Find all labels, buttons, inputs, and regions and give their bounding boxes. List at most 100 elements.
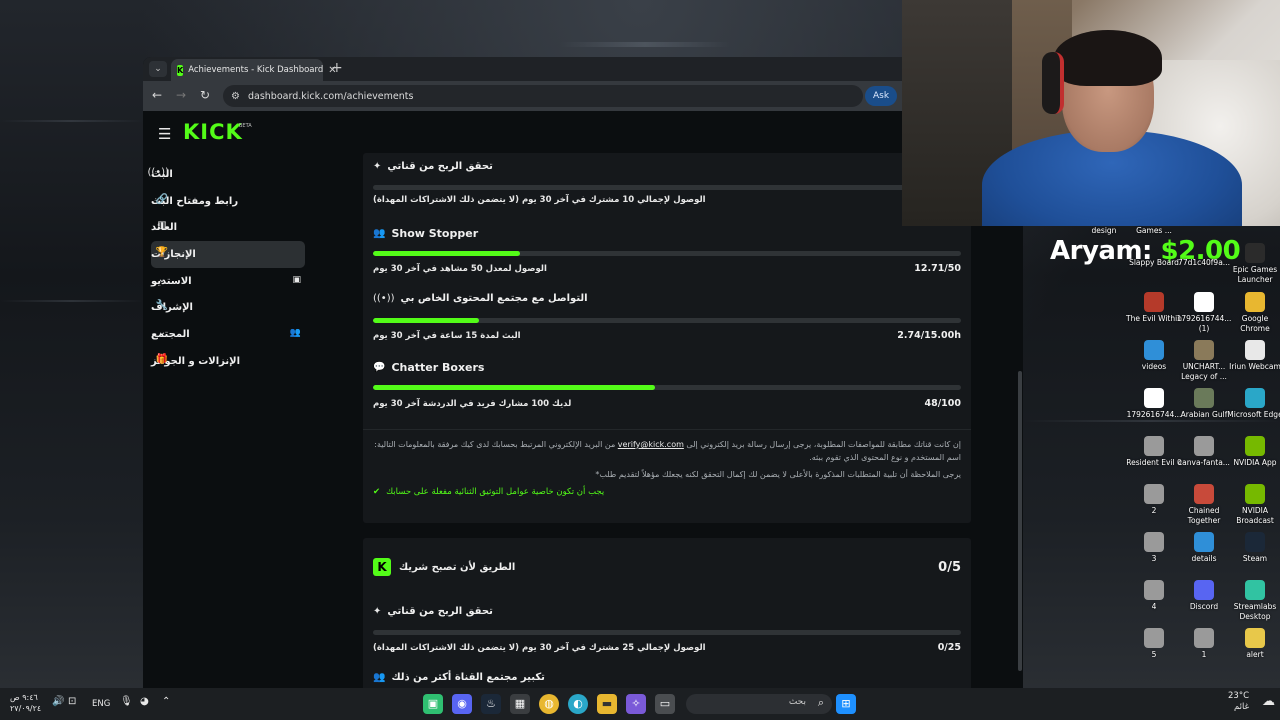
chevron-up-icon[interactable]: ⌃ xyxy=(162,696,170,707)
folder-icon[interactable]: ▬ xyxy=(597,694,617,714)
reload-button[interactable]: ↻ xyxy=(197,88,213,102)
new-tab-button[interactable]: + xyxy=(331,60,343,76)
desktop-shortcut[interactable]: 5 xyxy=(1126,628,1182,660)
sparkle-icon: ✦ xyxy=(373,161,382,172)
sidebar-item-community[interactable]: ⌄ المجتمع 👥 xyxy=(151,321,305,348)
broadcast-icon: ((•)) xyxy=(373,293,395,304)
sidebar-item-studio[interactable]: ⌄ الاستديو ▣ xyxy=(151,268,305,295)
desktop-shortcut[interactable]: NVIDIA App xyxy=(1227,436,1280,468)
desktop-shortcut[interactable]: Google Chrome xyxy=(1227,292,1280,333)
chrome-icon[interactable]: ◍ xyxy=(539,694,559,714)
app-icon xyxy=(1245,628,1265,648)
progress-bar xyxy=(373,318,961,323)
sidebar-item-stream[interactable]: ((•)) البث xyxy=(147,161,305,188)
desktop-shortcut[interactable]: 1792616744... (1) xyxy=(1176,292,1232,333)
desktop-shortcut[interactable]: Epic Games Launcher xyxy=(1227,243,1280,284)
desktop-shortcut-label: alert xyxy=(1246,650,1264,659)
monetize-heading: تحقق الربح من قناتي ✦ xyxy=(373,161,493,172)
sidebar-item-stream-key[interactable]: 🔗 رابط ومفتاح البث xyxy=(151,188,305,215)
speaker-icon[interactable]: 🔊 xyxy=(52,696,64,707)
desktop-shortcut[interactable]: Discord xyxy=(1176,580,1232,612)
app-icon xyxy=(1194,340,1214,360)
desktop-shortcut[interactable]: NVIDIA Broadcast xyxy=(1227,484,1280,525)
achievement-title: تحقق الربح من قناتي xyxy=(387,606,493,617)
tab-search-button[interactable]: ⌄ xyxy=(149,61,167,77)
achievement-title: التواصل مع مجتمع المحتوى الخاص بي xyxy=(400,293,588,304)
windows-start-icon[interactable]: ⊞ xyxy=(836,694,856,714)
tab-achievements[interactable]: K Achievements - Kick Dashboard ✕ xyxy=(171,59,337,81)
broadcast-icon: ((•)) xyxy=(147,167,169,178)
steam-icon[interactable]: ♨ xyxy=(481,694,501,714)
forward-button[interactable]: → xyxy=(173,88,189,102)
clock[interactable]: ٩:٤٦ ص ٢٧/٠٩/٢٤ xyxy=(10,692,41,714)
back-button[interactable]: ← xyxy=(149,88,165,102)
sidebar-item-revenue[interactable]: ▥ العائد xyxy=(151,214,305,241)
app-icon xyxy=(1144,628,1164,648)
sparkle-icon: ✦ xyxy=(373,606,382,617)
edge-icon[interactable]: ◐ xyxy=(568,694,588,714)
desktop-shortcut[interactable]: Games ... xyxy=(1126,226,1182,236)
app-icon xyxy=(1245,484,1265,504)
language-indicator[interactable]: ENG xyxy=(92,699,110,709)
desktop-shortcut[interactable]: Microsoft Edge xyxy=(1227,388,1280,420)
desktop-shortcut[interactable]: The Evil Within xyxy=(1126,292,1182,324)
kick-logo[interactable]: KICK xyxy=(183,120,243,144)
ask-button[interactable]: Ask xyxy=(865,86,898,106)
copilot-icon[interactable]: ✧ xyxy=(626,694,646,714)
address-bar[interactable]: ⚙ dashboard.kick.com/achievements xyxy=(223,85,863,107)
desktop-shortcut[interactable]: design xyxy=(1076,226,1132,236)
sidebar-item-moderation[interactable]: 🔧 الإشراف xyxy=(151,294,305,321)
desktop-shortcut-label: Iriun Webcam xyxy=(1229,362,1280,371)
desktop-shortcut[interactable]: 77d1c40f9a... xyxy=(1176,258,1232,268)
desktop-shortcut[interactable]: 4 xyxy=(1126,580,1182,612)
desktop-shortcut[interactable]: Steam xyxy=(1227,532,1280,564)
desktop-shortcut[interactable]: 1792616744... xyxy=(1126,388,1182,420)
monetize-heading: تحقق الربح من قناتي ✦ xyxy=(373,606,493,617)
desktop-shortcut-label: Google Chrome xyxy=(1240,314,1270,333)
site-info-icon[interactable]: ⚙ xyxy=(231,91,240,102)
desktop-shortcut[interactable]: videos xyxy=(1126,340,1182,372)
chat-icon: 💬 xyxy=(373,362,386,373)
sidebar-item-drops[interactable]: 🎁 الإنزالات و الجوائز xyxy=(151,348,305,375)
desktop-shortcut[interactable]: Resident Evil 0 xyxy=(1126,436,1182,468)
show-stopper-heading: Show Stopper 👥 xyxy=(373,227,478,240)
desktop-shortcut[interactable]: Slappy Board xyxy=(1126,258,1182,268)
discord-icon[interactable]: ◉ xyxy=(452,694,472,714)
chatter-row: لديك 100 مشارك فريد في الدردشة آخر 30 يو… xyxy=(373,398,961,409)
verify-email-link[interactable]: verify@kick.com xyxy=(618,440,684,449)
app-icon xyxy=(1194,484,1214,504)
task-view-icon[interactable]: ▭ xyxy=(655,694,675,714)
network-icon[interactable]: ⊡ xyxy=(68,696,76,707)
note-line-1: إن كانت قناتك مطابقة للمواصفات المطلوبة،… xyxy=(374,440,961,462)
search-input[interactable]: بحث ⌕ xyxy=(686,694,832,714)
desktop-shortcut-label: Streamlabs Desktop xyxy=(1233,602,1277,621)
desktop-shortcut[interactable]: 2 xyxy=(1126,484,1182,516)
app-icon xyxy=(1144,532,1164,552)
desktop-shortcut[interactable]: details xyxy=(1176,532,1232,564)
taskbar-app-icon[interactable]: ▣ xyxy=(423,694,443,714)
achievement-title: Show Stopper xyxy=(391,227,479,240)
menu-icon[interactable]: ☰ xyxy=(158,125,171,143)
desktop-shortcut[interactable]: canva-fanta... xyxy=(1176,436,1232,468)
app-icon xyxy=(1144,436,1164,456)
page-scrollbar[interactable] xyxy=(1018,371,1022,671)
desktop-shortcut[interactable]: 1 xyxy=(1176,628,1232,660)
store-icon[interactable]: ▦ xyxy=(510,694,530,714)
achievement-title: تحقق الربح من قناتي xyxy=(387,161,493,172)
achievement-title: تكبير مجتمع القناة أكثر من ذلك xyxy=(391,672,545,683)
microphone-icon[interactable]: 🎙 xyxy=(120,696,133,707)
desktop-shortcut[interactable]: UNCHART... Legacy of ... xyxy=(1176,340,1232,381)
desktop-shortcut[interactable]: alert xyxy=(1227,628,1280,660)
desktop-shortcut[interactable]: Chained Together xyxy=(1176,484,1232,525)
sidebar-item-achievements[interactable]: 🏆 الإنجازات xyxy=(151,241,305,268)
taskbar: ٩:٤٦ ص ٢٧/٠٩/٢٤ 🔊 ⊡ ENG 🎙 ◕ ⌃ ▣ ◉ ♨ ▦ ◍ … xyxy=(0,688,1280,720)
tray-app-icon[interactable]: ◕ xyxy=(140,696,149,707)
desktop-shortcut[interactable]: Iriun Webcam xyxy=(1227,340,1280,372)
kick-dashboard-page: ☰ KICK BETA ((•)) البث 🔗 رابط ومفتاح الب… xyxy=(143,111,1023,688)
desktop-shortcut-label: Games ... xyxy=(1136,226,1172,235)
desktop-shortcut[interactable]: Streamlabs Desktop xyxy=(1227,580,1280,621)
connect-heading: التواصل مع مجتمع المحتوى الخاص بي ((•)) xyxy=(373,293,588,304)
weather-widget[interactable]: 23°C غائم xyxy=(1228,691,1249,713)
desktop-shortcut[interactable]: 3 xyxy=(1126,532,1182,564)
desktop-shortcut[interactable]: Arabian Gulf xyxy=(1176,388,1232,420)
